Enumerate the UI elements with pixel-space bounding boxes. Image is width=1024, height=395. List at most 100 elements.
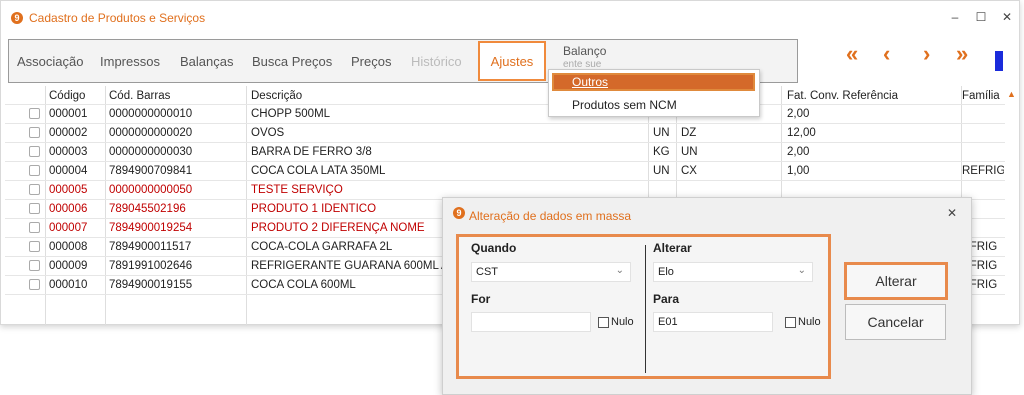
cell-cod-barras: 0000000000050: [109, 184, 193, 196]
tab-ajustes[interactable]: Ajustes: [478, 41, 546, 81]
quando-select[interactable]: CST ⌄: [471, 262, 631, 282]
tab-busca-precos[interactable]: Busca Preços: [252, 54, 332, 69]
tab-historico: Histórico: [411, 54, 462, 69]
row-checkbox[interactable]: [29, 165, 40, 176]
menu-item-produtos-sem-ncm[interactable]: Produtos sem NCM: [572, 98, 677, 112]
cell-fat-conv: 12,00: [787, 127, 816, 139]
cell-descricao: TESTE SERVIÇO: [251, 184, 343, 196]
cell-codigo: 000009: [49, 260, 88, 272]
table-header: Código Cód. Barras Descrição Fat. Conv. …: [5, 86, 1005, 105]
close-button[interactable]: ✕: [1001, 10, 1013, 24]
para-input[interactable]: E01: [653, 312, 773, 332]
cell-unidade-2: DZ: [681, 127, 697, 139]
panel-divider: [645, 245, 646, 373]
app-logo-icon: 9: [453, 207, 465, 219]
row-checkbox[interactable]: [29, 108, 40, 119]
maximize-button[interactable]: ☐: [975, 10, 987, 24]
tab-impressos[interactable]: Impressos: [100, 54, 160, 69]
for-input[interactable]: [471, 312, 591, 332]
scroll-up-icon[interactable]: ▲: [1007, 89, 1016, 99]
header-familia[interactable]: Família: [962, 90, 1000, 102]
tab-associacao[interactable]: Associação: [17, 54, 83, 69]
first-record-icon[interactable]: «: [846, 41, 858, 67]
previous-record-icon[interactable]: ‹: [883, 41, 890, 67]
cell-codigo: 000010: [49, 279, 88, 291]
row-checkbox[interactable]: [29, 203, 40, 214]
cancelar-button[interactable]: Cancelar: [845, 304, 946, 340]
header-descricao[interactable]: Descrição: [251, 90, 302, 102]
row-checkbox[interactable]: [29, 127, 40, 138]
chevron-down-icon: ⌄: [797, 265, 806, 276]
blue-indicator[interactable]: [995, 51, 1003, 71]
cell-cod-barras: 7894900709841: [109, 165, 193, 177]
last-record-icon[interactable]: »: [956, 41, 968, 67]
cell-codigo: 000002: [49, 127, 88, 139]
row-checkbox[interactable]: [29, 146, 40, 157]
chevron-down-icon: ⌄: [615, 265, 624, 276]
app-logo-icon: 9: [11, 12, 23, 24]
title-bar: 9 Cadastro de Produtos e Serviços – ☐ ✕: [1, 1, 1019, 35]
header-codigo[interactable]: Código: [49, 90, 85, 102]
tab-balanco[interactable]: Balanço ente sue: [563, 44, 606, 72]
table-row[interactable]: 000002 0000000000020 OVOS UN DZ 12,00: [5, 124, 1005, 143]
cell-codigo: 000007: [49, 222, 88, 234]
table-row[interactable]: 000003 0000000000030 BARRA DE FERRO 3/8 KG U…: [5, 143, 1005, 162]
quando-label: Quando: [471, 241, 517, 255]
cell-cod-barras: 7894900011517: [109, 241, 192, 253]
cell-fat-conv: 2,00: [787, 108, 810, 120]
cell-descricao: COCA-COLA GARRAFA 2L: [251, 241, 393, 253]
cell-descricao: COCA COLA LATA 350ML: [251, 165, 386, 177]
menu-item-outros[interactable]: Outros: [552, 73, 755, 91]
table-row[interactable]: 0000010000000000010CHOPP 500MLLTUN2,00: [5, 105, 1005, 124]
cell-cod-barras: 0000000000020: [109, 127, 193, 139]
tab-balancas[interactable]: Balanças: [180, 54, 233, 69]
header-cod-barras[interactable]: Cód. Barras: [109, 90, 170, 102]
window-controls: – ☐ ✕: [949, 10, 1013, 24]
header-fat-conv[interactable]: Fat. Conv. Referência: [787, 90, 898, 102]
cell-descricao: COCA COLA 600ML: [251, 279, 356, 291]
row-checkbox[interactable]: [29, 241, 40, 252]
tab-precos[interactable]: Preços: [351, 54, 391, 69]
minimize-button[interactable]: –: [949, 10, 961, 24]
tab-balanco-label: Balanço: [563, 44, 607, 58]
cell-fat-conv: 2,00: [787, 146, 810, 158]
mass-edit-dialog: 9 Alteração de dados em massa ✕ Quando C…: [442, 197, 972, 395]
cell-cod-barras: 7894900019155: [109, 279, 193, 291]
cell-codigo: 000004: [49, 165, 88, 177]
cell-descricao: REFRIGERANTE GUARANA 600ML AN: [251, 260, 447, 272]
row-checkbox[interactable]: [29, 184, 40, 195]
checkbox-icon: [598, 316, 609, 328]
checkbox-icon: [785, 316, 796, 328]
cell-codigo: 000005: [49, 184, 88, 196]
cell-codigo: 000003: [49, 146, 88, 158]
alterar-button[interactable]: Alterar: [844, 262, 948, 300]
nulo-label: Nulo: [611, 316, 634, 328]
cell-descricao: CHOPP 500ML: [251, 108, 331, 120]
ajustes-dropdown-menu: Outros Produtos sem NCM: [548, 69, 760, 117]
next-record-icon[interactable]: ›: [923, 41, 930, 67]
dialog-close-button[interactable]: ✕: [947, 206, 957, 220]
cell-unidade: UN: [653, 127, 670, 139]
row-checkbox[interactable]: [29, 222, 40, 233]
row-checkbox[interactable]: [29, 260, 40, 271]
alterar-label: Alterar: [653, 241, 692, 255]
nulo-checkbox-2[interactable]: Nulo: [785, 316, 821, 328]
cell-unidade-2: CX: [681, 165, 697, 177]
cell-unidade: UN: [653, 165, 670, 177]
cell-cod-barras: 0000000000010: [109, 108, 193, 120]
dialog-title: Alteração de dados em massa: [469, 209, 632, 223]
table-row[interactable]: 000004 7894900709841 COCA COLA LATA 350ML U…: [5, 162, 1005, 181]
row-checkbox[interactable]: [29, 279, 40, 290]
criteria-panel: Quando CST ⌄ For Nulo Alterar Elo ⌄ Para…: [456, 234, 831, 379]
cell-unidade-2: UN: [681, 146, 698, 158]
quando-value: CST: [476, 266, 498, 278]
nulo-checkbox-1[interactable]: Nulo: [598, 316, 634, 328]
cell-familia: REFRIG: [962, 165, 1004, 177]
cell-cod-barras: 789045502196: [109, 203, 186, 215]
para-label: Para: [653, 292, 680, 306]
cell-descricao: PRODUTO 2 DIFERENÇA NOME: [251, 222, 425, 234]
cell-cod-barras: 7894900019254: [109, 222, 193, 234]
cell-descricao: PRODUTO 1 IDENTICO: [251, 203, 377, 215]
alterar-select[interactable]: Elo ⌄: [653, 262, 813, 282]
cell-unidade: KG: [653, 146, 670, 158]
